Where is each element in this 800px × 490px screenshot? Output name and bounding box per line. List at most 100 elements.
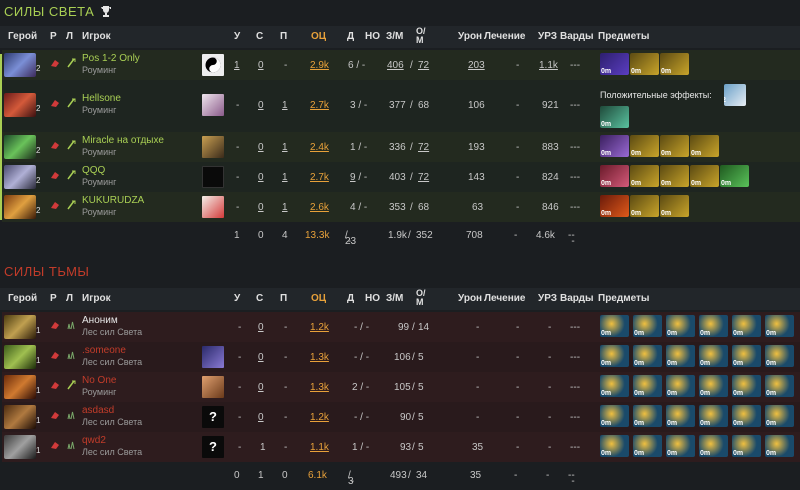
hero-portrait[interactable]	[4, 195, 36, 219]
tower-damage[interactable]: 921	[542, 100, 559, 111]
col-wards[interactable]: Варды	[560, 31, 594, 42]
col-tower-damage[interactable]: УРЗ	[538, 31, 557, 42]
hero-portrait[interactable]	[4, 435, 36, 459]
xpm[interactable]: 5	[418, 382, 424, 393]
hero-portrait[interactable]	[4, 135, 36, 159]
deaths[interactable]: 0	[258, 60, 264, 71]
col-tower-damage[interactable]: УРЗ	[538, 293, 557, 304]
col-gpm[interactable]: З/М	[386, 31, 403, 42]
assists[interactable]: -	[284, 382, 287, 393]
player-name[interactable]: asdasd	[82, 405, 114, 416]
item-slot[interactable]: 0m	[633, 405, 662, 427]
col-ocu[interactable]: ОЦ	[311, 31, 326, 42]
player-avatar[interactable]	[202, 166, 224, 188]
item-slot[interactable]: 0m	[699, 345, 728, 367]
item-slot[interactable]: 0m	[660, 135, 689, 157]
kills[interactable]: -	[236, 172, 239, 183]
table-row[interactable]: 1 .someone Лес сил Света - 0 - 1.3k - / …	[2, 342, 800, 372]
kills[interactable]: -	[236, 202, 239, 213]
col-hero[interactable]: Герой	[8, 293, 37, 304]
kills[interactable]: -	[236, 100, 239, 111]
col-wards[interactable]: Варды	[560, 293, 594, 304]
xpm[interactable]: 68	[418, 100, 429, 111]
col-assists[interactable]: П	[280, 31, 287, 42]
hero-portrait[interactable]	[4, 345, 36, 369]
item-slot[interactable]: 0m	[765, 405, 794, 427]
kills[interactable]: -	[236, 142, 239, 153]
assists[interactable]: -	[284, 322, 287, 333]
col-items[interactable]: Предметы	[598, 31, 649, 42]
col-gpm[interactable]: З/М	[386, 293, 403, 304]
hero-portrait[interactable]	[4, 93, 36, 117]
item-slot[interactable]: 0m	[630, 195, 659, 217]
col-lasthits[interactable]: Д	[347, 31, 354, 42]
col-lane[interactable]: Л	[66, 293, 73, 304]
assists[interactable]: -	[284, 60, 287, 71]
item-slot[interactable]: 0m	[732, 435, 761, 457]
hero-portrait[interactable]	[4, 375, 36, 399]
col-hero[interactable]: Герой	[8, 31, 37, 42]
item-slot[interactable]: 0m	[765, 435, 794, 457]
col-damage[interactable]: Урон	[458, 31, 482, 42]
item-slot[interactable]: 0m	[666, 345, 695, 367]
item-slot[interactable]: 0m	[765, 315, 794, 337]
item-slot[interactable]: 0m	[600, 165, 629, 187]
ocu-value[interactable]: 2.6k	[310, 202, 329, 213]
player-avatar-placeholder[interactable]: ?	[202, 436, 224, 458]
col-player[interactable]: Игрок	[82, 293, 111, 304]
ocu-value[interactable]: 1.3k	[310, 382, 329, 393]
item-slot[interactable]: 0m	[600, 345, 629, 367]
gpm[interactable]: 403	[389, 172, 406, 183]
deaths[interactable]: 1	[260, 442, 266, 453]
player-name[interactable]: Pos 1-2 Only	[82, 53, 140, 64]
player-name[interactable]: No One	[82, 375, 116, 386]
ocu-value[interactable]: 2.9k	[310, 60, 329, 71]
xpm[interactable]: 68	[418, 202, 429, 213]
gpm[interactable]: 106	[394, 352, 411, 363]
player-avatar-placeholder[interactable]: ?	[202, 406, 224, 428]
hero-portrait[interactable]	[4, 405, 36, 429]
xpm[interactable]: 72	[418, 172, 429, 183]
item-slot[interactable]: 0m	[600, 375, 629, 397]
deaths[interactable]: 0	[258, 100, 264, 111]
deaths[interactable]: 0	[258, 412, 264, 423]
damage[interactable]: 35	[472, 442, 483, 453]
assists[interactable]: 1	[282, 202, 288, 213]
table-row[interactable]: 1 asdasd Лес сил Света ? - 0 - 1.2k - / …	[2, 402, 800, 432]
item-slot[interactable]: 0m	[690, 135, 719, 157]
table-row[interactable]: 2 Miracle на отдыхе Роуминг - 0 1 2.4k 1…	[2, 132, 800, 162]
gpm[interactable]: 406	[387, 60, 404, 71]
item-slot[interactable]: 0m	[633, 345, 662, 367]
col-denies[interactable]: НО	[365, 31, 380, 42]
player-avatar[interactable]	[202, 196, 224, 218]
deaths[interactable]: 0	[258, 322, 264, 333]
item-slot[interactable]: 0m	[600, 53, 629, 75]
assists[interactable]: -	[284, 352, 287, 363]
assists[interactable]: 1	[282, 100, 288, 111]
xpm[interactable]: 72	[418, 142, 429, 153]
item-slot[interactable]: 0m	[699, 375, 728, 397]
player-name[interactable]: KUKURUDZA	[82, 195, 144, 206]
player-avatar[interactable]	[202, 94, 224, 116]
item-slot[interactable]: 0m	[732, 315, 761, 337]
ocu-value[interactable]: 1.1k	[310, 442, 329, 453]
player-name[interactable]: Miracle на отдыхе	[82, 135, 164, 146]
xpm[interactable]: 5	[418, 442, 424, 453]
ocu-value[interactable]: 1.2k	[310, 322, 329, 333]
xpm[interactable]: 14	[418, 322, 429, 333]
item-slot[interactable]: 0m	[600, 435, 629, 457]
gpm[interactable]: 353	[389, 202, 406, 213]
player-avatar[interactable]	[202, 376, 224, 398]
gpm[interactable]: 377	[389, 100, 406, 111]
item-slot[interactable]: 0m	[600, 405, 629, 427]
kills[interactable]: -	[238, 382, 241, 393]
item-slot[interactable]: 0m	[630, 53, 659, 75]
item-slot[interactable]: 0m	[765, 345, 794, 367]
ocu-value[interactable]: 1.3k	[310, 352, 329, 363]
player-avatar[interactable]	[202, 136, 224, 158]
col-heal[interactable]: Лечение	[484, 31, 525, 42]
player-name[interactable]: Hellsone	[82, 93, 121, 104]
deaths[interactable]: 0	[258, 142, 264, 153]
col-xpm[interactable]: О/М	[416, 289, 426, 307]
item-slot[interactable]: 0m	[660, 53, 689, 75]
